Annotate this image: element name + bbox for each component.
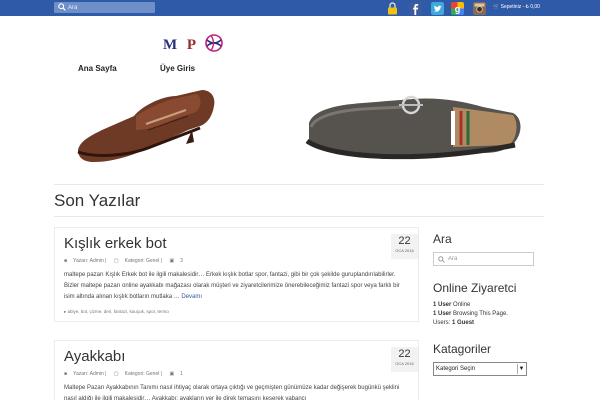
author-icon: ■ xyxy=(64,258,68,264)
instagram-icon[interactable] xyxy=(473,2,486,15)
post-date-badge: 22 OCA 2016 xyxy=(391,347,418,372)
cart-icon: 🛒 xyxy=(493,4,500,10)
top-search-input[interactable] xyxy=(68,2,152,13)
post-author-link[interactable]: Yazarı: Admin | xyxy=(73,258,106,264)
sidebar-search-title: Ara xyxy=(433,232,452,246)
post-tags-list[interactable]: abiye, bot, çizme, deri, fantazi, kauçuk… xyxy=(68,309,169,314)
sidebar-search-input[interactable] xyxy=(448,254,530,264)
post-title-link[interactable]: Ayakkabı xyxy=(64,348,125,365)
svg-text:g: g xyxy=(455,4,461,14)
cart-summary[interactable]: 🛒 Sepetiniz - ₺ 0,00 xyxy=(493,4,540,10)
post-meta: ■ Yazarı: Admin | ▢ Kategori: Genel | ▣ 3 xyxy=(64,258,189,264)
comment-icon: ▣ xyxy=(169,371,175,377)
read-more-link[interactable]: Devamı xyxy=(181,294,202,300)
post-meta: ■ Yazarı: Admin | ▢ Kategori: Genel | ▣ 1 xyxy=(64,371,189,377)
guest-users-line: Users: 1 Guest xyxy=(433,320,475,326)
post-tags: ▸ abiye, bot, çizme, deri, fantazi, kauç… xyxy=(64,309,169,315)
search-icon xyxy=(58,3,66,11)
post-comment-count[interactable]: 1 xyxy=(180,371,183,377)
category-select[interactable]: Kategori Seçin ▼ xyxy=(433,362,527,376)
page-title: Son Yazılar xyxy=(54,191,141,210)
post-date-day: 22 xyxy=(398,348,411,360)
post-excerpt-text: Maltepe Pazarı Ayakkabının Tanımı nasıl … xyxy=(64,385,400,400)
online-users-line: 1 User Online xyxy=(433,302,471,308)
categories-title: Katagoriler xyxy=(433,342,492,356)
top-bar: g 🛒 Sepetiniz - ₺ 0,00 xyxy=(0,0,600,16)
facebook-icon[interactable] xyxy=(409,2,422,15)
post-date-badge: 22 OCA 2016 xyxy=(391,234,418,259)
title-divider xyxy=(54,216,544,217)
chevron-down-icon: ▼ xyxy=(517,364,525,374)
post-category-link[interactable]: Kategori: Genel | xyxy=(125,258,162,264)
banner-grey-loafer-image xyxy=(305,95,521,160)
post-author-link[interactable]: Yazarı: Admin | xyxy=(73,371,106,377)
twitter-icon[interactable] xyxy=(431,2,444,15)
post-date-month: OCA 2016 xyxy=(395,361,414,366)
category-select-value: Kategori Seçin xyxy=(436,366,476,372)
post-comment-count[interactable]: 3 xyxy=(180,258,183,264)
post-excerpt: Maltepe Pazarı Ayakkabının Tanımı nasıl … xyxy=(64,383,409,400)
comment-icon: ▣ xyxy=(169,258,175,264)
post-date-day: 22 xyxy=(398,235,411,247)
sidebar-search[interactable] xyxy=(433,252,534,266)
header-divider xyxy=(54,184,544,185)
folder-icon: ▢ xyxy=(113,258,119,264)
cart-total: Sepetiniz - ₺ 0,00 xyxy=(500,4,540,10)
online-visitors-title: Online Ziyaretci xyxy=(433,281,517,295)
nav-member-login-link[interactable]: Üye Giris xyxy=(160,64,195,73)
banner-brown-shoe-image xyxy=(77,90,215,162)
site-logo[interactable]: M P xyxy=(163,33,224,53)
lock-icon[interactable] xyxy=(386,2,399,15)
google-plus-icon[interactable]: g xyxy=(451,2,464,15)
nav-home-link[interactable]: Ana Sayfa xyxy=(78,64,117,73)
post-excerpt-text: maltepe pazarı Kışlık Erkek bot ile ilgi… xyxy=(64,272,400,300)
post-date-month: OCA 2016 xyxy=(395,248,414,253)
author-icon: ■ xyxy=(64,371,68,377)
top-search[interactable] xyxy=(54,2,155,13)
post-card: Ayakkabı 22 OCA 2016 ■ Yazarı: Admin | ▢ K… xyxy=(54,340,419,400)
post-category-link[interactable]: Kategori: Genel | xyxy=(125,371,162,377)
tag-icon: ▸ xyxy=(64,309,67,314)
search-icon xyxy=(438,256,445,263)
post-card: Kışlık erkek bot 22 OCA 2016 ■ Yazarı: Ad… xyxy=(54,227,419,322)
logo-text: M P xyxy=(163,37,200,53)
logo-emblem xyxy=(204,34,223,52)
folder-icon: ▢ xyxy=(113,371,119,377)
post-excerpt: maltepe pazarı Kışlık Erkek bot ile ilgi… xyxy=(64,270,409,303)
post-title-link[interactable]: Kışlık erkek bot xyxy=(64,235,167,252)
browsing-users-line: 1 User Browsing This Page. xyxy=(433,311,508,317)
